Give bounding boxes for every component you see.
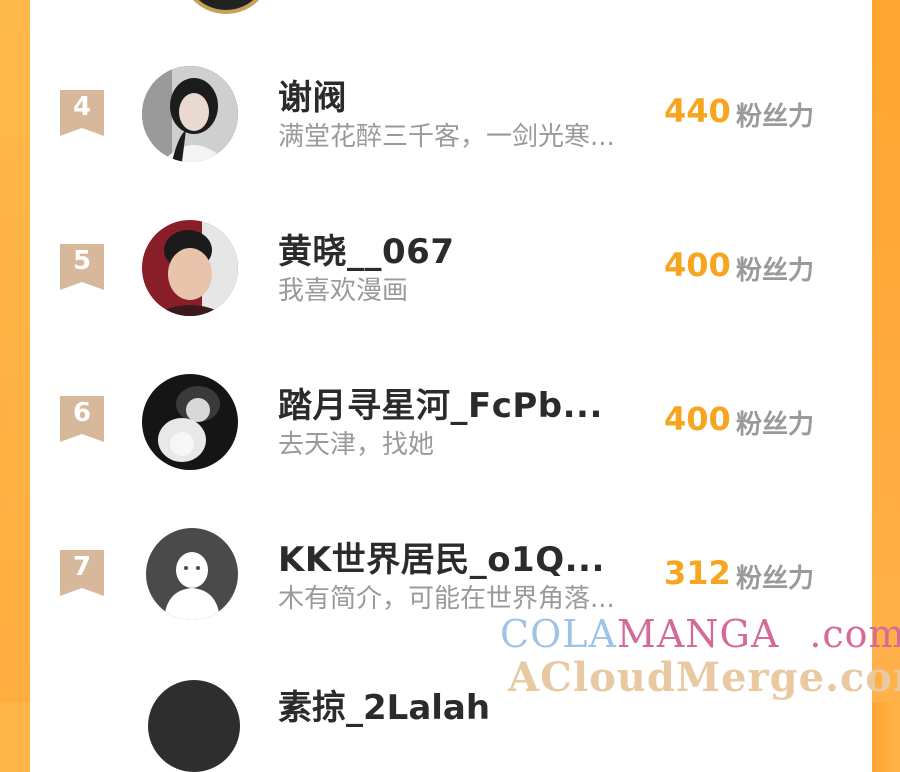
avatar[interactable] — [142, 66, 238, 162]
rank-badge: 7 — [60, 550, 104, 596]
left-orange-border — [0, 0, 30, 702]
user-name[interactable]: 黄晓__067 — [278, 224, 454, 273]
user-description: 我喜欢漫画 — [278, 276, 409, 306]
avatar[interactable] — [142, 374, 238, 470]
list-item[interactable]: 4 谢阀 满堂花醉三千客，一剑光寒... 440 粉丝力 — [30, 64, 872, 184]
rank-badge: 4 — [60, 90, 104, 136]
ranking-list-card: 4 谢阀 满堂花醉三千客，一剑光寒... 440 粉丝力 5 黄晓__067 我… — [30, 0, 872, 772]
fan-power-score: 400 — [664, 246, 731, 284]
user-name[interactable]: KK世界居民_o1Q... — [278, 532, 605, 581]
list-item[interactable]: 5 黄晓__067 我喜欢漫画 400 粉丝力 — [30, 218, 872, 338]
previous-row-avatar[interactable] — [180, 0, 272, 14]
avatar[interactable] — [142, 220, 238, 316]
list-item[interactable]: 6 踏月寻星河_FcPb... 去天津，找她 400 粉丝力 — [30, 372, 872, 492]
fan-power-score: 312 — [664, 554, 731, 592]
person-silhouette-icon — [146, 528, 238, 620]
fan-power-unit: 粉丝力 — [736, 564, 815, 594]
user-description: 木有简介，可能在世界角落... — [278, 584, 615, 614]
watermark-colamanga: COLAMANGA .com — [500, 612, 900, 656]
user-name[interactable]: 踏月寻星河_FcPb... — [278, 378, 603, 427]
rank-badge: 5 — [60, 244, 104, 290]
next-row-avatar[interactable] — [148, 680, 240, 772]
fan-power-score: 400 — [664, 400, 731, 438]
watermark-acloudmerge: ACloudMerge.com — [508, 654, 900, 701]
right-orange-border — [872, 0, 900, 702]
avatar[interactable] — [146, 528, 238, 620]
fan-power-score: 440 — [664, 92, 731, 130]
fan-power-unit: 粉丝力 — [736, 256, 815, 286]
user-name[interactable]: 谢阀 — [278, 70, 347, 119]
rank-number: 5 — [72, 246, 92, 276]
rank-badge: 6 — [60, 396, 104, 442]
rank-number: 6 — [72, 398, 92, 428]
user-description: 满堂花醉三千客，一剑光寒... — [278, 122, 615, 152]
next-row-user-name[interactable]: 素掠_2Lalah — [278, 680, 490, 729]
rank-number: 7 — [72, 552, 92, 582]
user-description: 去天津，找她 — [278, 430, 435, 460]
fan-power-unit: 粉丝力 — [736, 410, 815, 440]
fan-power-unit: 粉丝力 — [736, 102, 815, 132]
rank-number: 4 — [72, 92, 92, 122]
